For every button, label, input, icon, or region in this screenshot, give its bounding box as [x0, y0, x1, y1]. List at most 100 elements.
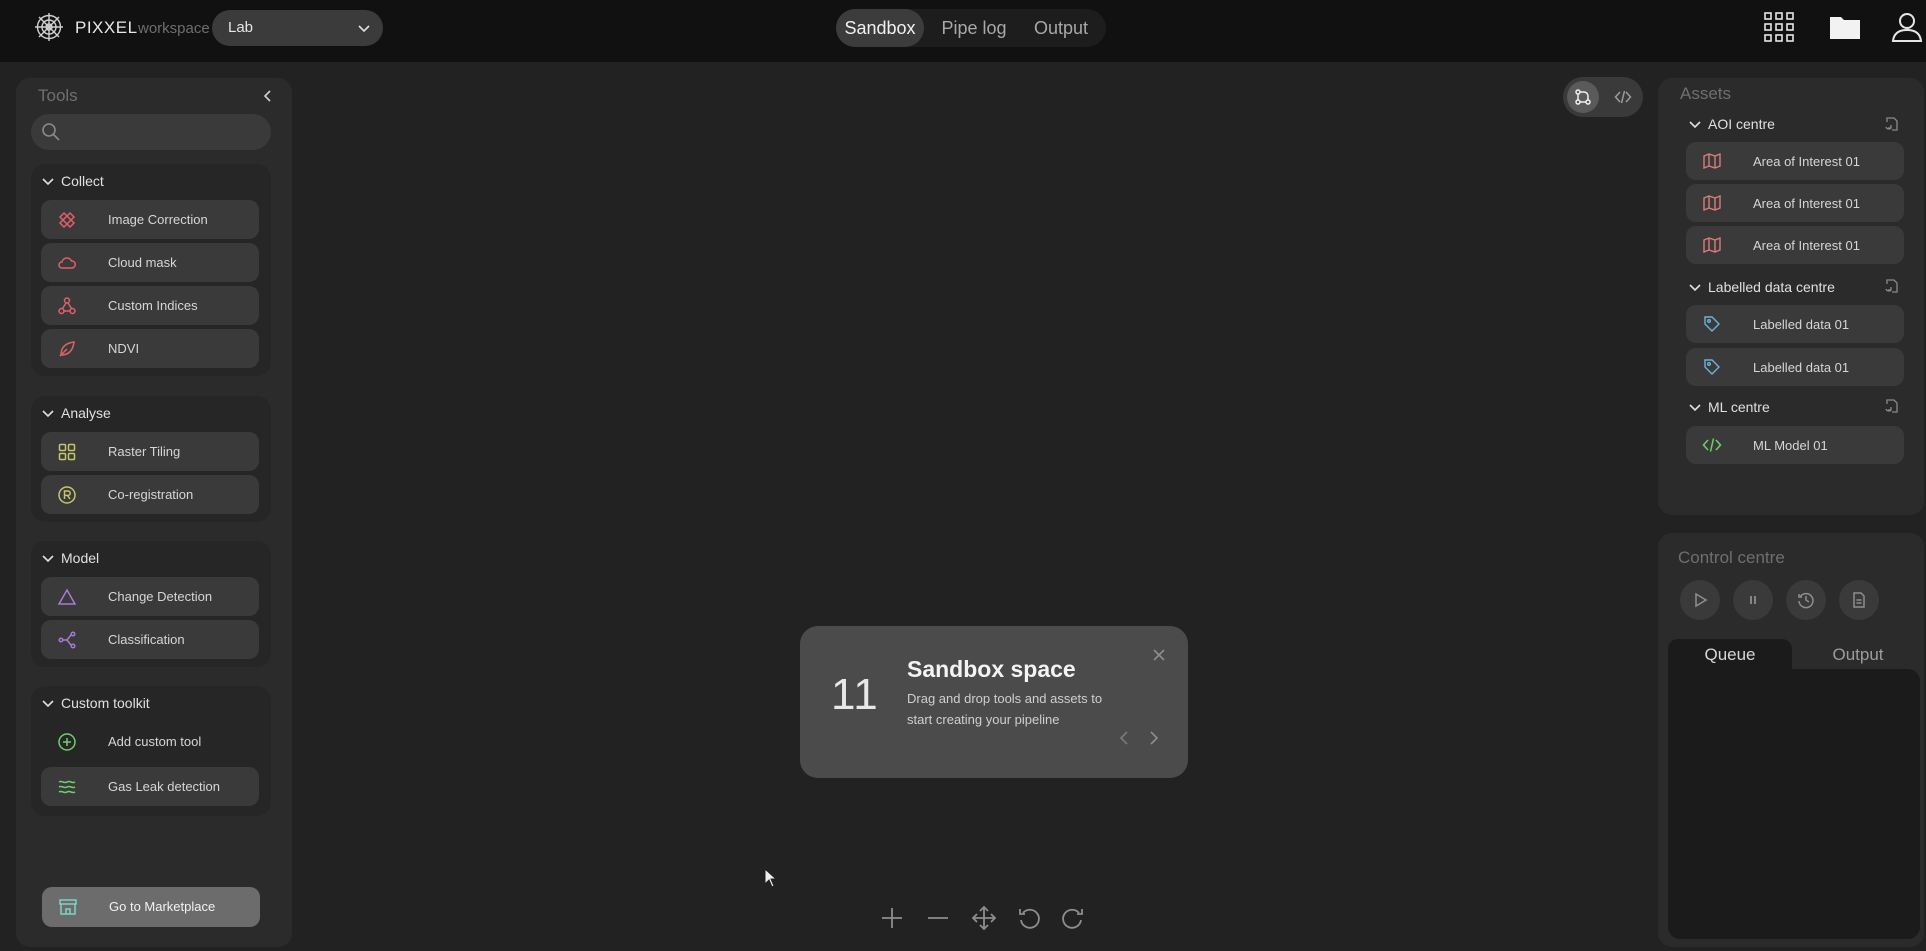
- tab-sandbox[interactable]: Sandbox: [836, 9, 924, 47]
- welcome-description: Drag and drop tools and assets to start …: [907, 691, 1103, 727]
- assets-panel: Assets AOI centre Area of Interest 01 Ar…: [1658, 78, 1924, 515]
- tool-label: Change Detection: [108, 589, 213, 604]
- code-view-button[interactable]: [1607, 81, 1639, 113]
- go-to-marketplace-button[interactable]: Go to Marketplace: [42, 887, 260, 927]
- zoom-in-icon[interactable]: [878, 904, 906, 932]
- folder-icon[interactable]: [1828, 10, 1862, 44]
- control-centre-title: Control centre: [1678, 548, 1785, 567]
- chevron-down-icon: [42, 178, 54, 186]
- main-nav: Sandbox Pipe log Output: [836, 9, 1106, 47]
- workspace-value: Lab: [228, 19, 254, 36]
- tool-label: Gas Leak detection: [108, 779, 221, 794]
- chevron-left-icon[interactable]: [1118, 730, 1130, 746]
- asset-aoi-item[interactable]: Area of Interest 01: [1686, 184, 1904, 222]
- play-icon: [1695, 592, 1708, 608]
- queue-list: [1668, 669, 1920, 939]
- tag-icon: [1704, 316, 1720, 332]
- plus-circle-icon: [58, 733, 76, 751]
- document-icon: [1853, 592, 1865, 608]
- group-title-model: Model: [61, 550, 100, 566]
- tool-label: Custom Indices: [108, 298, 198, 313]
- chevron-down-icon: [1689, 121, 1701, 129]
- pan-move-icon[interactable]: [970, 904, 998, 932]
- nodes-icon: [58, 297, 76, 315]
- sync-icon[interactable]: [1884, 398, 1900, 414]
- user-icon[interactable]: [1890, 10, 1924, 44]
- tool-group-model: Model Change Detection Classification: [31, 541, 271, 667]
- sync-icon[interactable]: [1884, 278, 1900, 294]
- tools-panel: Tools Collect Image Correction Cloud mas…: [16, 78, 292, 947]
- map-icon: [1703, 236, 1721, 254]
- tool-custom-indices[interactable]: Custom Indices: [41, 286, 259, 325]
- welcome-title: Sandbox space: [907, 656, 1076, 682]
- asset-label: Labelled data 01: [1753, 360, 1850, 375]
- group-title-analyse: Analyse: [61, 405, 111, 421]
- tools-title: Tools: [38, 86, 78, 105]
- graph-view-button[interactable]: [1567, 81, 1599, 113]
- asset-group-title: AOI centre: [1708, 116, 1775, 132]
- workspace-select[interactable]: Lab: [212, 10, 383, 46]
- tools-search-input[interactable]: [31, 114, 271, 150]
- tool-raster-tiling[interactable]: Raster Tiling: [41, 432, 259, 471]
- code-icon: [1614, 90, 1632, 104]
- tab-queue[interactable]: Queue: [1668, 639, 1792, 671]
- image-correction-icon: [58, 211, 76, 229]
- collapse-panel-icon[interactable]: [260, 88, 276, 104]
- tool-label: Add custom tool: [108, 734, 202, 749]
- tool-co-registration[interactable]: Co-registration: [41, 475, 259, 514]
- chevron-down-icon: [42, 555, 54, 563]
- tool-ndvi[interactable]: NDVI: [41, 329, 259, 368]
- tab-pipe-log[interactable]: Pipe log: [934, 9, 1014, 47]
- tab-control-output[interactable]: Output: [1796, 639, 1920, 671]
- asset-label: ML Model 01: [1753, 438, 1828, 453]
- pause-icon: [1750, 596, 1756, 604]
- marketplace-label: Go to Marketplace: [109, 899, 216, 914]
- zoom-out-icon[interactable]: [924, 904, 952, 932]
- undo-icon[interactable]: [1016, 904, 1044, 932]
- asset-group-title: Labelled data centre: [1708, 279, 1835, 295]
- mouse-cursor-icon: [764, 868, 778, 888]
- tag-icon: [1704, 359, 1720, 375]
- chevron-right-icon[interactable]: [1148, 730, 1160, 746]
- tool-cloud-mask[interactable]: Cloud mask: [41, 243, 259, 282]
- tool-image-correction[interactable]: Image Correction: [41, 200, 259, 239]
- tool-group-analyse: Analyse Raster Tiling Co-registration: [31, 396, 271, 522]
- tool-label: Image Correction: [108, 212, 208, 227]
- asset-label: Area of Interest 01: [1753, 238, 1860, 253]
- cloud-icon: [58, 257, 76, 269]
- pause-button[interactable]: [1733, 580, 1773, 620]
- chevron-down-icon: [1689, 404, 1701, 412]
- report-button[interactable]: [1839, 580, 1879, 620]
- tool-label: NDVI: [108, 341, 140, 356]
- brand-name: PIXXEL: [75, 18, 138, 37]
- run-button[interactable]: [1680, 580, 1720, 620]
- tool-group-custom-toolkit: Custom toolkit Add custom tool Gas Leak …: [31, 686, 271, 816]
- sandbox-welcome-card: 11 Sandbox space Drag and drop tools and…: [800, 626, 1188, 778]
- history-button[interactable]: [1786, 580, 1826, 620]
- tool-label: Co-registration: [108, 487, 194, 502]
- branch-icon: [58, 631, 76, 649]
- chevron-down-icon: [42, 700, 54, 708]
- asset-ml-item[interactable]: ML Model 01: [1686, 426, 1904, 464]
- close-icon[interactable]: [1152, 648, 1166, 662]
- asset-labelled-item[interactable]: Labelled data 01: [1686, 348, 1904, 386]
- sync-icon[interactable]: [1884, 116, 1900, 132]
- add-custom-tool-button[interactable]: Add custom tool: [41, 722, 259, 761]
- waves-icon: [58, 780, 76, 794]
- tool-change-detection[interactable]: Change Detection: [41, 577, 259, 616]
- chevron-down-icon: [358, 25, 370, 33]
- canvas-zoom-controls: [878, 900, 1098, 936]
- history-icon: [1798, 592, 1814, 609]
- pixxel-logo-icon: [35, 13, 63, 41]
- asset-labelled-item[interactable]: Labelled data 01: [1686, 305, 1904, 343]
- apps-grid-icon[interactable]: [1762, 10, 1796, 44]
- tool-gas-leak-detection[interactable]: Gas Leak detection: [41, 767, 259, 806]
- tab-output[interactable]: Output: [1022, 9, 1100, 47]
- redo-icon[interactable]: [1058, 904, 1086, 932]
- view-mode-toggle: [1563, 77, 1643, 117]
- graph-view-icon: [1575, 89, 1591, 105]
- map-icon: [1703, 194, 1721, 212]
- asset-aoi-item[interactable]: Area of Interest 01: [1686, 226, 1904, 264]
- asset-aoi-item[interactable]: Area of Interest 01: [1686, 142, 1904, 180]
- tool-classification[interactable]: Classification: [41, 620, 259, 659]
